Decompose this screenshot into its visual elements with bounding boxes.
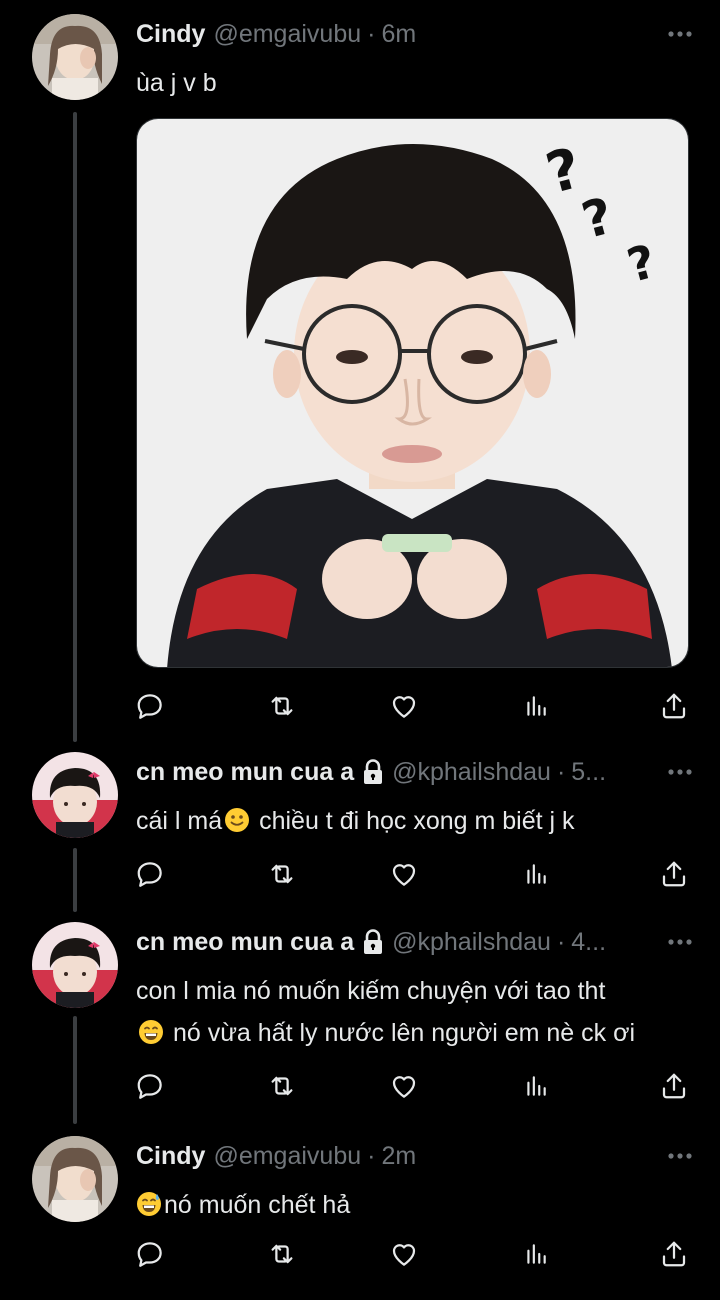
retweet-icon[interactable] (264, 688, 300, 724)
heart-icon[interactable] (386, 856, 422, 892)
views-icon[interactable] (518, 1236, 554, 1272)
grinning-sweat-face-icon (136, 1190, 162, 1216)
heart-icon[interactable] (386, 1236, 422, 1272)
display-name[interactable]: Cindy (136, 1142, 205, 1171)
tweet-text: con l mia nó muốn kiếm chuyện với tao th… (136, 972, 690, 1052)
tweet[interactable]: cn meo mun cua a @kphailshdau · 4... con… (0, 908, 720, 1128)
tweet[interactable]: cn meo mun cua a @kphailshdau · 5... cái… (0, 740, 720, 910)
heart-icon[interactable] (386, 1068, 422, 1104)
tweet-actions (132, 1236, 692, 1276)
grinning-face-icon (138, 1018, 164, 1044)
reply-icon[interactable] (132, 856, 168, 892)
slightly-smiling-face-icon (224, 806, 250, 832)
display-name[interactable]: Cindy (136, 20, 205, 49)
more-icon[interactable] (660, 1136, 700, 1176)
tweet-text-line-2: nó vừa hất ly nước lên người em nè ck ơi (136, 1014, 690, 1052)
separator-dot: · (367, 1141, 376, 1170)
timestamp[interactable]: 6m (381, 20, 416, 49)
avatar[interactable] (32, 1136, 118, 1222)
separator-dot: · (367, 19, 376, 48)
retweet-icon[interactable] (264, 856, 300, 892)
lock-icon (362, 759, 384, 785)
reply-icon[interactable] (132, 688, 168, 724)
timestamp[interactable]: 5... (571, 758, 606, 787)
tweet-actions (132, 1068, 692, 1108)
tweet-text-part: nó muốn chết hả (164, 1191, 351, 1219)
views-icon[interactable] (518, 688, 554, 724)
share-icon[interactable] (656, 1236, 692, 1272)
lock-icon (362, 929, 384, 955)
more-icon[interactable] (660, 14, 700, 54)
tweet-text-part: nó vừa hất ly nước lên người em nè ck ơi (166, 1019, 636, 1047)
tweet[interactable]: Cindy @emgaivubu · 6m ùa j v b ? ? ? (0, 0, 720, 740)
heart-icon[interactable] (386, 688, 422, 724)
user-handle[interactable]: @emgaivubu (213, 1142, 361, 1171)
user-handle[interactable]: @kphailshdau (392, 928, 551, 957)
views-icon[interactable] (518, 1068, 554, 1104)
tweet-actions (132, 688, 692, 728)
retweet-icon[interactable] (264, 1236, 300, 1272)
share-icon[interactable] (656, 688, 692, 724)
timestamp[interactable]: 4... (571, 928, 606, 957)
reply-icon[interactable] (132, 1236, 168, 1272)
tweet-actions (132, 856, 692, 896)
avatar[interactable] (32, 14, 118, 100)
tweet-text: cái l má chiều t đi học xong m biết j k (136, 802, 690, 840)
tweet-text-part: chiều t đi học xong m biết j k (252, 807, 575, 835)
views-icon[interactable] (518, 856, 554, 892)
tweet-image[interactable]: ? ? ? (136, 118, 689, 668)
more-icon[interactable] (660, 752, 700, 792)
avatar[interactable] (32, 752, 118, 838)
tweet-text-line: con l mia nó muốn kiếm chuyện với tao th… (136, 977, 606, 1005)
separator-dot: · (556, 757, 566, 786)
user-handle[interactable]: @kphailshdau (392, 758, 551, 787)
share-icon[interactable] (656, 856, 692, 892)
display-name[interactable]: cn meo mun cua a (136, 758, 354, 787)
tweet-text: nó muốn chết hả (136, 1186, 690, 1224)
display-name[interactable]: cn meo mun cua a (136, 928, 354, 957)
separator-dot: · (556, 927, 566, 956)
avatar[interactable] (32, 922, 118, 1008)
user-handle[interactable]: @emgaivubu (213, 20, 361, 49)
share-icon[interactable] (656, 1068, 692, 1104)
retweet-icon[interactable] (264, 1068, 300, 1104)
more-icon[interactable] (660, 922, 700, 962)
tweet[interactable]: Cindy @emgaivubu · 2m nó muốn chết hả (0, 1126, 720, 1300)
reply-icon[interactable] (132, 1068, 168, 1104)
timestamp[interactable]: 2m (381, 1142, 416, 1171)
tweet-text-part: cái l má (136, 807, 223, 835)
tweet-text: ùa j v b (136, 69, 217, 97)
